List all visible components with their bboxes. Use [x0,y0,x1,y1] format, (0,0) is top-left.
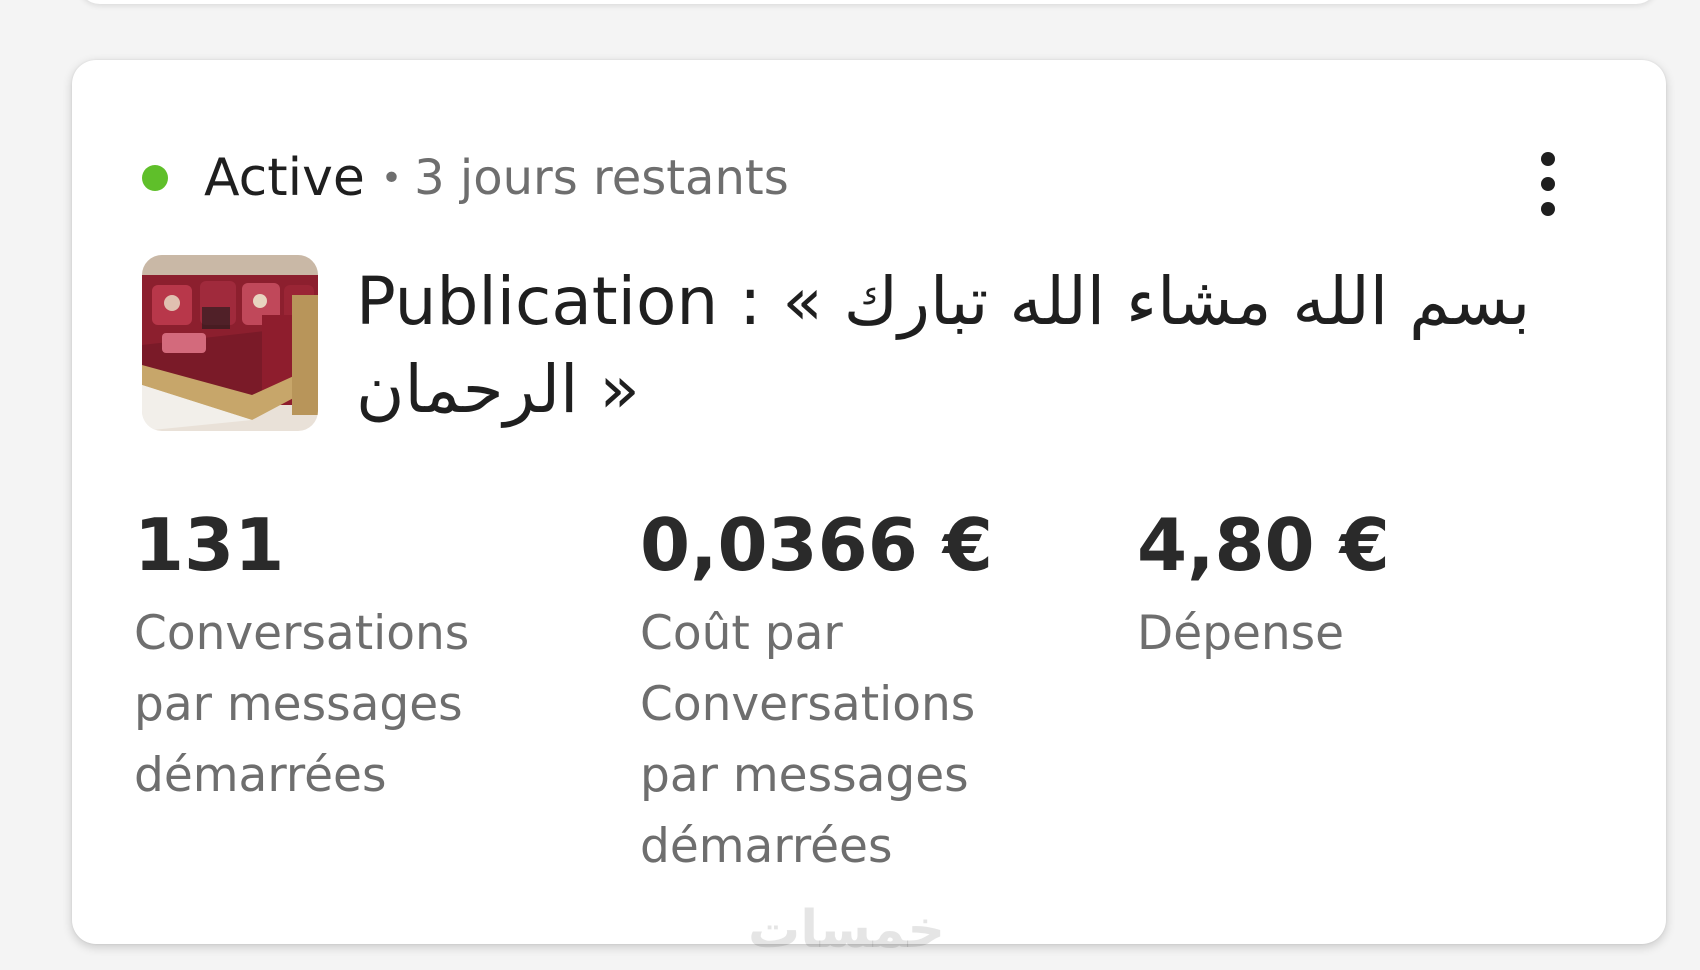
metric-label: Conversations par messages démarrées [134,606,470,803]
status-row: Active • 3 jours restants [142,138,789,218]
campaign-card[interactable]: Active • 3 jours restants Publication: … [72,60,1666,944]
metric-spend: 4,80 € Dépense [1137,500,1390,669]
metric-label: Dépense [1137,606,1345,661]
metric-cost-per-conversation: 0,0366 € Coût par Conversations par mess… [640,500,993,882]
remaining-days: 3 jours restants [414,150,789,206]
metric-label: Coût par Conversations par messages déma… [640,606,976,874]
previous-card-edge [78,0,1658,4]
post-title[interactable]: Publication : « بسم الله مشاء الله تبارك… [356,258,1531,434]
post-title-line-2: الرحمان » [356,351,640,428]
post-title-line-1: Publication : « بسم الله مشاء الله تبارك [356,263,1531,340]
status-dot-icon [142,165,168,191]
status-label: Active [204,148,365,208]
sofa-image-icon [142,255,318,431]
more-options-button[interactable] [1528,144,1568,224]
status-separator: • [380,157,403,199]
watermark-logo: خمسات [748,900,946,960]
page: Active • 3 jours restants Publication: … [0,0,1700,970]
post-thumbnail[interactable] [142,255,318,431]
metric-value: 0,0366 € [640,503,994,587]
metric-value: 4,80 € [1137,503,1390,587]
metric-conversations: 131 Conversations par messages démarrées [134,500,469,811]
metric-value: 131 [134,503,285,587]
more-vertical-icon [1541,152,1555,166]
